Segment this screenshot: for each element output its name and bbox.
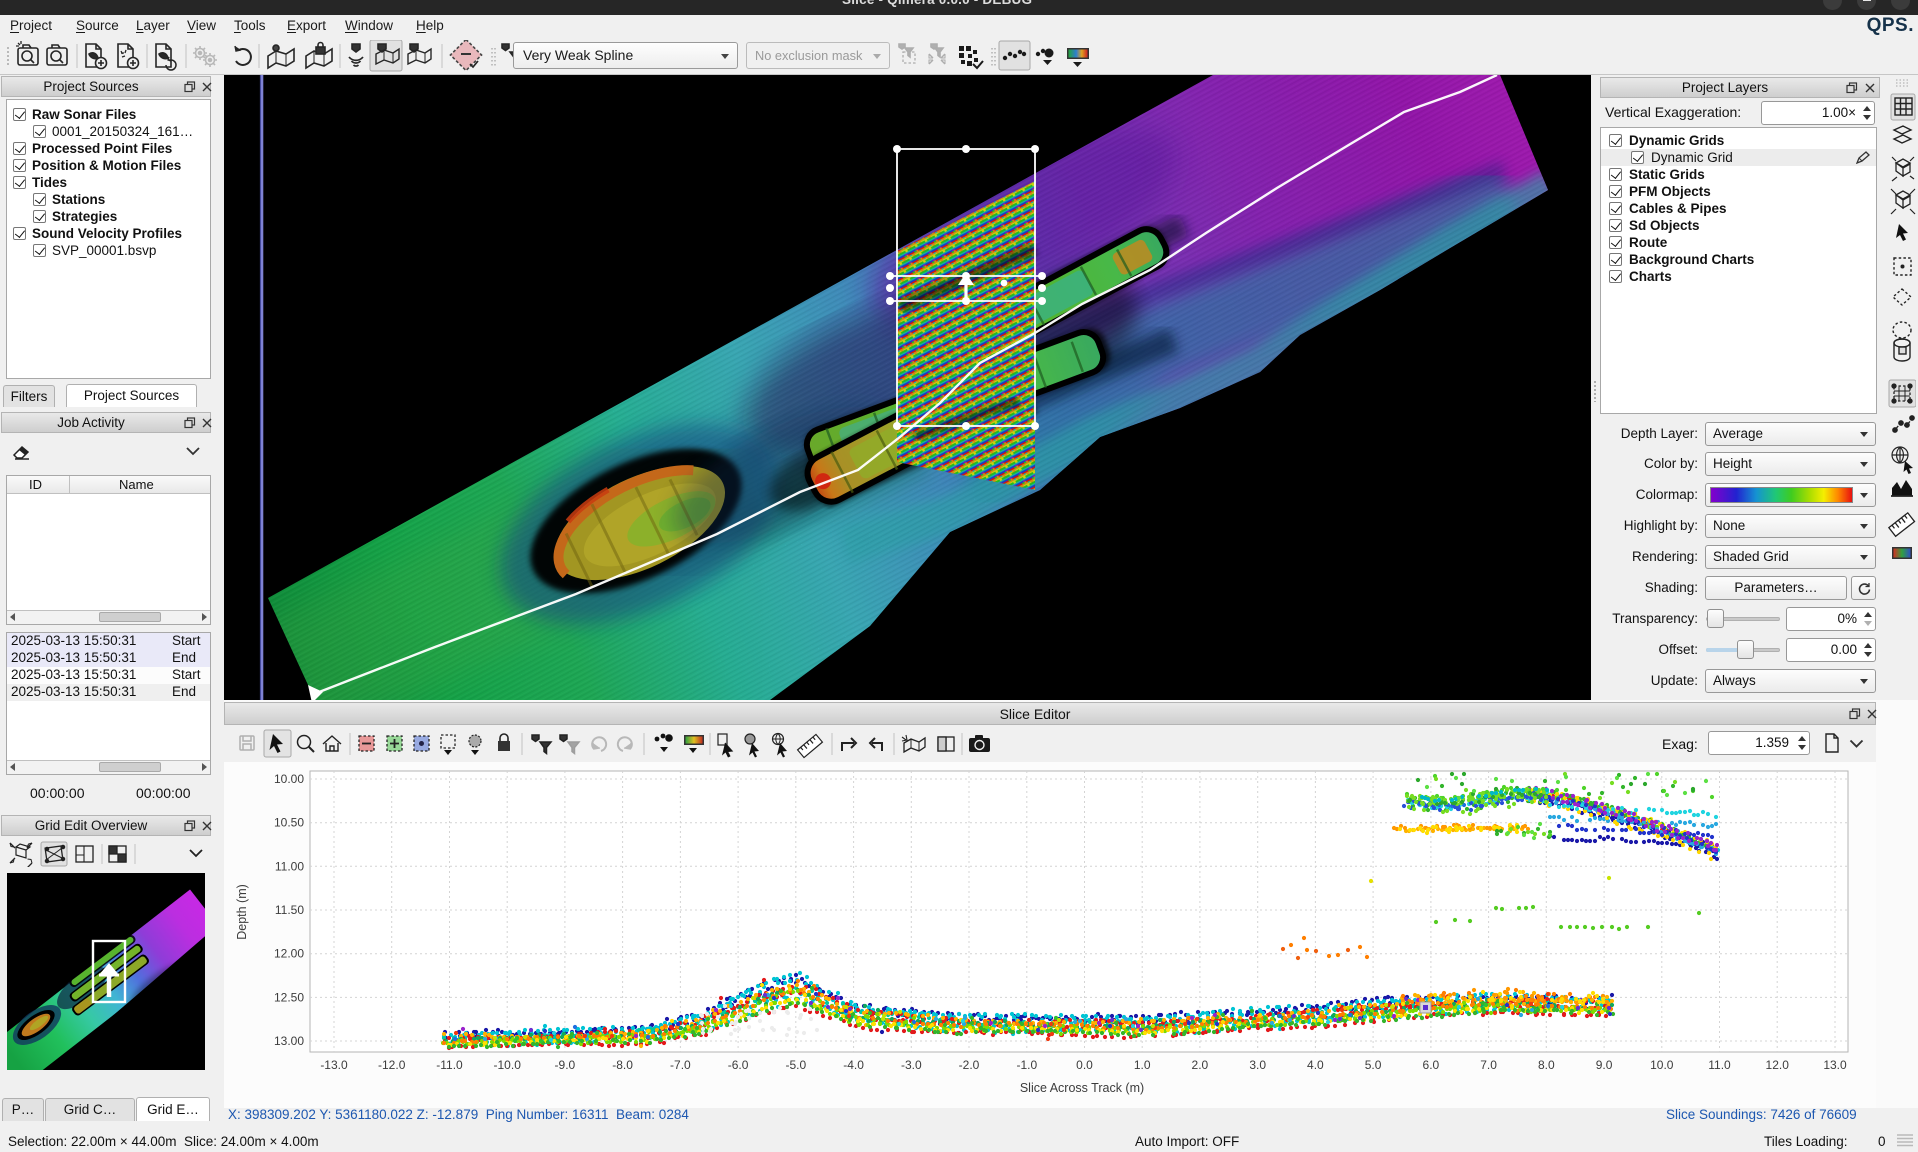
svg-text:-9.0: -9.0 xyxy=(555,1058,576,1072)
svg-text:5.0: 5.0 xyxy=(1365,1058,1382,1072)
svg-text:13.00: 13.00 xyxy=(274,1034,304,1048)
svg-text:10.0: 10.0 xyxy=(1650,1058,1674,1072)
svg-text:4.0: 4.0 xyxy=(1307,1058,1324,1072)
svg-text:13.0: 13.0 xyxy=(1823,1058,1847,1072)
svg-text:8.0: 8.0 xyxy=(1538,1058,1555,1072)
svg-text:-11.0: -11.0 xyxy=(436,1058,463,1072)
svg-text:-4.0: -4.0 xyxy=(843,1058,864,1072)
svg-text:11.50: 11.50 xyxy=(275,903,304,917)
svg-text:11.0: 11.0 xyxy=(1708,1058,1731,1072)
svg-text:-6.0: -6.0 xyxy=(728,1058,749,1072)
svg-text:-10.0: -10.0 xyxy=(494,1058,522,1072)
svg-text:12.00: 12.00 xyxy=(274,947,304,961)
svg-text:3.0: 3.0 xyxy=(1249,1058,1266,1072)
svg-text:1.0: 1.0 xyxy=(1134,1058,1151,1072)
svg-text:12.0: 12.0 xyxy=(1766,1058,1790,1072)
svg-text:-7.0: -7.0 xyxy=(670,1058,691,1072)
svg-text:-8.0: -8.0 xyxy=(612,1058,633,1072)
svg-text:9.0: 9.0 xyxy=(1596,1058,1613,1072)
svg-text:0.0: 0.0 xyxy=(1076,1058,1093,1072)
svg-text:-12.0: -12.0 xyxy=(378,1058,406,1072)
svg-text:11.00: 11.00 xyxy=(275,859,304,873)
svg-text:-5.0: -5.0 xyxy=(785,1058,806,1072)
svg-text:-13.0: -13.0 xyxy=(320,1058,348,1072)
svg-text:6.0: 6.0 xyxy=(1423,1058,1440,1072)
svg-text:-1.0: -1.0 xyxy=(1016,1058,1037,1072)
svg-text:7.0: 7.0 xyxy=(1480,1058,1497,1072)
svg-text:10.00: 10.00 xyxy=(274,772,304,786)
svg-text:12.50: 12.50 xyxy=(274,990,304,1004)
svg-text:-3.0: -3.0 xyxy=(901,1058,922,1072)
svg-text:-2.0: -2.0 xyxy=(959,1058,980,1072)
svg-text:2.0: 2.0 xyxy=(1192,1058,1209,1072)
svg-text:10.50: 10.50 xyxy=(274,816,304,830)
svg-text:Depth (m): Depth (m) xyxy=(235,884,249,940)
svg-text:Slice Across Track (m): Slice Across Track (m) xyxy=(1020,1081,1144,1095)
